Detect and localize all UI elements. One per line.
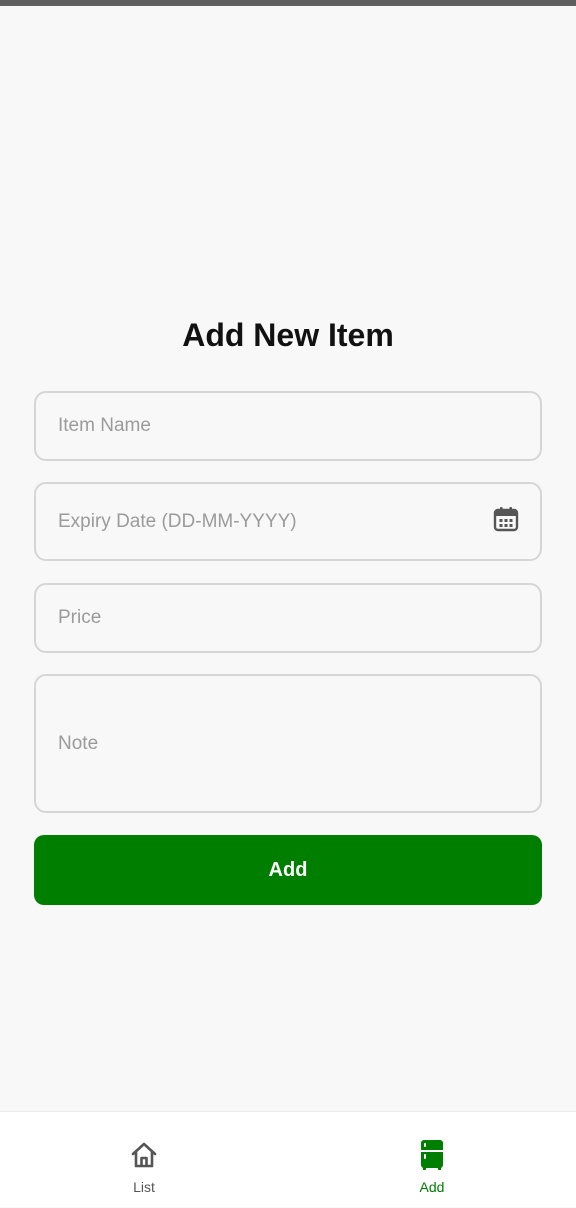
price-field[interactable]: Price (34, 583, 542, 653)
note-field[interactable]: Note (34, 674, 542, 813)
item-name-field[interactable]: Item Name (34, 391, 542, 461)
page-title: Add New Item (182, 317, 394, 353)
nav-item-list[interactable]: List (0, 1112, 288, 1208)
nav-label-list: List (133, 1179, 155, 1195)
fridge-icon (417, 1139, 447, 1171)
add-button[interactable]: Add (34, 835, 542, 905)
home-icon (129, 1139, 159, 1171)
item-name-placeholder: Item Name (58, 415, 151, 436)
bottom-navigation: List Add (0, 1111, 576, 1207)
price-placeholder: Price (58, 607, 102, 628)
expiry-date-field[interactable]: Expiry Date (DD-MM-YYYY) (34, 482, 542, 561)
expiry-date-placeholder: Expiry Date (DD-MM-YYYY) (58, 510, 297, 532)
calendar-icon[interactable] (492, 505, 519, 538)
nav-item-add[interactable]: Add (288, 1112, 576, 1208)
note-placeholder: Note (58, 732, 99, 754)
nav-label-add: Add (419, 1179, 445, 1195)
status-bar-strip (0, 0, 576, 6)
